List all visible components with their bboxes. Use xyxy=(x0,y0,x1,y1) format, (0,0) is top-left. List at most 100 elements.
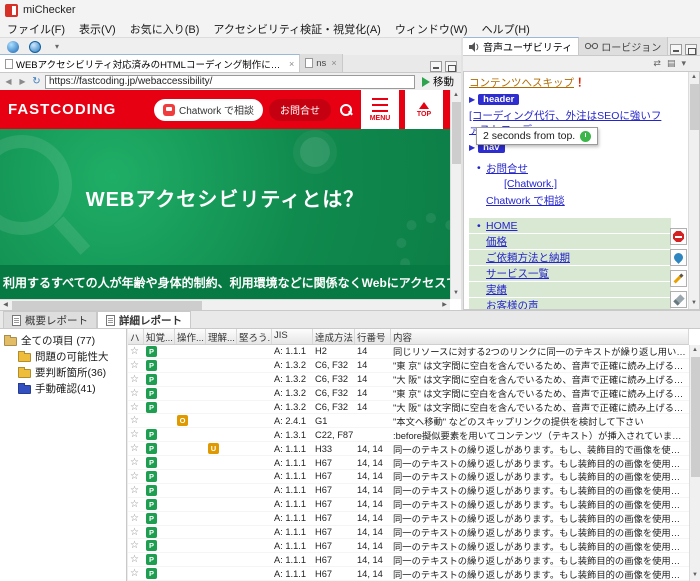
issue-row[interactable]: ☆ P A: 1.1.1 H67 14, 14 同一のテキストの繰り返しがありま… xyxy=(128,539,689,553)
tree-item[interactable]: 問題の可能性大 xyxy=(0,348,126,364)
issue-row[interactable]: ☆ P A: 1.3.2 C6, F32 14 "大 阪" は文字間に空白を含ん… xyxy=(128,373,689,387)
issue-row[interactable]: ☆ P A: 1.3.1 C22, F87 :before擬似要素を用いてコンテ… xyxy=(128,428,689,442)
scroll-down-icon[interactable]: ▼ xyxy=(451,288,461,299)
scroll-down-icon[interactable]: ▼ xyxy=(690,570,700,581)
scroll-up-icon[interactable]: ▲ xyxy=(689,72,699,83)
scroll-up-icon[interactable]: ▲ xyxy=(451,90,461,101)
favorite-cell[interactable]: ☆ xyxy=(128,527,144,538)
droplet-icon[interactable] xyxy=(670,249,687,266)
forward-icon[interactable]: ▶ xyxy=(17,77,28,86)
panel-scrollbar[interactable]: ▲ ▼ xyxy=(688,72,699,309)
menu-item[interactable]: ウィンドウ(W) xyxy=(388,19,475,39)
voice-visualization-button[interactable] xyxy=(4,39,22,54)
nav-link-item[interactable]: • お問合せ xyxy=(469,160,689,176)
nav-link-item[interactable]: サービス一覧 xyxy=(469,266,671,281)
browser-tab-2[interactable]: ns × xyxy=(300,54,342,72)
issue-row[interactable]: ☆ O A: 2.4.1 G1 "本文へ移動" などのスキップリンクの提供を検討… xyxy=(128,414,689,428)
close-icon[interactable]: × xyxy=(289,59,294,69)
issue-row[interactable]: ☆ P A: 1.1.1 H67 14, 14 同一のテキストの繰り返しがありま… xyxy=(128,553,689,567)
expand-triangle-icon[interactable]: ▶ xyxy=(469,143,475,152)
issue-row[interactable]: ☆ P A: 1.3.2 C6, F32 14 "東 京" は文字間に空白を含ん… xyxy=(128,387,689,401)
tab-low-vision[interactable]: ロービジョン xyxy=(579,37,668,55)
close-icon[interactable]: × xyxy=(331,58,336,68)
browser-tab-active[interactable]: WEBアクセシビリティ対応済みのHTMLコーディング制作について | コーディン… xyxy=(0,54,300,72)
nav-link-label[interactable]: HOME xyxy=(486,220,518,232)
tab-voice-usability[interactable]: 音声ユーザビリティ xyxy=(463,37,579,55)
menu-item[interactable]: お気に入り(B) xyxy=(123,19,207,39)
tree-item[interactable]: 要判断箇所(36) xyxy=(0,364,126,380)
column-header[interactable]: 内容 xyxy=(391,329,689,344)
back-to-top-button[interactable]: TOP xyxy=(405,90,443,129)
column-header[interactable]: 行番号 xyxy=(355,329,391,344)
nav-link-item[interactable]: ご依頼方法と納期 xyxy=(469,250,671,265)
column-header[interactable]: 達成方法 xyxy=(313,329,355,344)
back-icon[interactable]: ◀ xyxy=(3,77,14,86)
nav-link-label[interactable]: お問合せ xyxy=(486,161,528,176)
scrollbar-thumb[interactable] xyxy=(690,84,699,130)
nav-link-item[interactable]: お客様の声 xyxy=(469,298,671,309)
favorite-cell[interactable]: ☆ xyxy=(128,415,144,426)
sync-icon[interactable]: ⇄ xyxy=(653,58,661,69)
issue-row[interactable]: ☆ P A: 1.1.1 H67 14, 14 同一のテキストの繰り返しがありま… xyxy=(128,512,689,526)
favorite-cell[interactable]: ☆ xyxy=(128,471,144,482)
issue-row[interactable]: ☆ P A: 1.1.1 H67 14, 14 同一のテキストの繰り返しがありま… xyxy=(128,498,689,512)
scrollbar-thumb[interactable] xyxy=(452,102,461,164)
favorite-cell[interactable]: ☆ xyxy=(128,554,144,565)
nav-link-item[interactable]: 価格 xyxy=(469,234,671,249)
favorite-cell[interactable]: ☆ xyxy=(128,346,144,357)
issue-row[interactable]: ☆ P A: 1.1.1 H2 14 同じリソースに対する2つのリンクに同一のテ… xyxy=(128,345,689,359)
favorite-cell[interactable]: ☆ xyxy=(128,568,144,579)
toolbar-dropdown-button[interactable]: ▾ xyxy=(48,39,66,54)
favorite-cell[interactable]: ☆ xyxy=(128,374,144,385)
favorite-cell[interactable]: ☆ xyxy=(128,402,144,413)
issue-row[interactable]: ☆ P A: 1.1.1 H67 14, 14 同一のテキストの繰り返しがありま… xyxy=(128,456,689,470)
issue-row[interactable]: ☆ P A: 1.1.1 H67 14, 14 同一のテキストの繰り返しがありま… xyxy=(128,470,689,484)
nav-link-label[interactable]: お客様の声 xyxy=(486,298,539,309)
favorite-cell[interactable]: ☆ xyxy=(128,513,144,524)
nav-link-item[interactable]: Chatwork で相談 xyxy=(469,192,689,208)
nav-link-label[interactable]: サービス一覧 xyxy=(486,266,549,281)
scrollbar-thumb[interactable] xyxy=(691,357,700,477)
favorite-cell[interactable]: ☆ xyxy=(128,540,144,551)
nav-link-label[interactable]: 価格 xyxy=(486,234,507,249)
list-icon[interactable]: ▤ xyxy=(667,58,676,69)
issue-row[interactable]: ☆ P A: 1.1.1 H67 14, 14 同一のテキストの繰り返しがありま… xyxy=(128,526,689,540)
favorite-cell[interactable]: ☆ xyxy=(128,457,144,468)
menu-item[interactable]: アクセシビリティ検証・視覚化(A) xyxy=(206,19,387,39)
site-logo[interactable]: FASTCODING xyxy=(8,101,116,118)
chatwork-consult-button[interactable]: Chatwork で相談 xyxy=(154,99,263,121)
nav-link-label[interactable]: ご依頼方法と納期 xyxy=(486,250,570,265)
column-header[interactable]: 操作... xyxy=(175,329,206,344)
browser-vertical-scrollbar[interactable]: ▲ ▼ xyxy=(450,90,461,299)
minimize-icon[interactable] xyxy=(670,44,682,55)
favorite-cell[interactable]: ☆ xyxy=(128,485,144,496)
column-header[interactable]: ハ xyxy=(128,329,144,344)
nav-link-label[interactable]: [Chatwork.] xyxy=(504,178,557,190)
table-scrollbar[interactable]: ▲ ▼ xyxy=(689,345,700,581)
search-icon[interactable] xyxy=(339,103,353,117)
stop-sign-icon[interactable] xyxy=(670,228,687,245)
chevron-down-icon[interactable]: ▾ xyxy=(681,58,686,69)
column-header[interactable]: 堅ろう... xyxy=(237,329,272,344)
favorite-cell[interactable]: ☆ xyxy=(128,429,144,440)
expand-triangle-icon[interactable]: ▶ xyxy=(469,95,475,104)
browser-horizontal-scrollbar[interactable]: ◀ ▶ xyxy=(0,299,450,310)
scroll-down-icon[interactable]: ▼ xyxy=(689,298,699,309)
lowvision-visualization-button[interactable] xyxy=(26,39,44,54)
favorite-cell[interactable]: ☆ xyxy=(128,499,144,510)
maximize-icon[interactable] xyxy=(445,61,457,72)
issue-row[interactable]: ☆ P A: 1.3.2 C6, F32 14 "大 阪" は文字間に空白を含ん… xyxy=(128,401,689,415)
skip-to-content-link[interactable]: コンテンツへスキップ xyxy=(469,75,574,90)
menu-item[interactable]: 表示(V) xyxy=(72,19,123,39)
issue-row[interactable]: ☆ P A: 1.3.2 C6, F32 14 "東 京" は文字間に空白を含ん… xyxy=(128,359,689,373)
favorite-cell[interactable]: ☆ xyxy=(128,388,144,399)
restore-icon[interactable] xyxy=(685,44,697,55)
contact-button[interactable]: お問合せ xyxy=(269,99,331,121)
nav-link-item[interactable]: • HOME xyxy=(469,218,671,233)
site-menu-button[interactable]: MENU xyxy=(361,90,399,129)
refresh-icon[interactable]: ↻ xyxy=(31,76,42,87)
nav-link-item[interactable]: 実績 xyxy=(469,282,671,297)
tab-detail-report[interactable]: 詳細レポート xyxy=(97,311,191,328)
menu-item[interactable]: ファイル(F) xyxy=(0,19,72,39)
issue-row[interactable]: ☆ P U A: 1.1.1 H33 14, 14 同一のテキストの繰り返しがあ… xyxy=(128,442,689,456)
